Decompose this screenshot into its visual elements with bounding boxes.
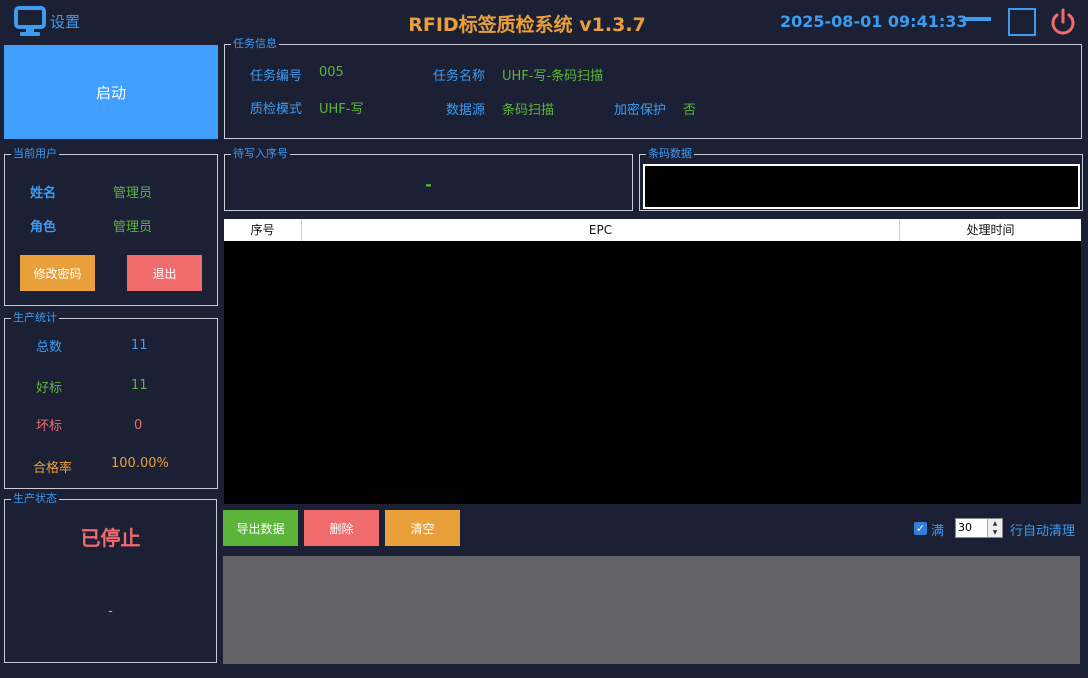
encrypt-label: 加密保护: [614, 103, 667, 118]
status-detail: -: [108, 604, 113, 619]
encrypt-value: 否: [683, 103, 697, 118]
power-icon: [1048, 8, 1078, 41]
barcode-data-legend: 条码数据: [646, 147, 694, 161]
clear-button[interactable]: 清空: [385, 510, 460, 546]
change-password-button[interactable]: 修改密码: [20, 255, 95, 291]
mode-value: UHF-写: [319, 102, 364, 117]
checkmark-icon: ✓: [915, 522, 926, 535]
minimize-button[interactable]: [963, 14, 993, 28]
task-no-label: 任务编号: [250, 69, 303, 84]
logout-button[interactable]: 退出: [127, 255, 202, 291]
export-button[interactable]: 导出数据: [223, 510, 298, 546]
source-label: 数据源: [446, 103, 486, 118]
auto-clear-suffix: 行自动清理: [1010, 524, 1076, 539]
rate-label: 合格率: [33, 461, 73, 476]
production-stats-legend: 生产统计: [11, 311, 59, 325]
auto-clear-checkbox[interactable]: ✓: [914, 522, 927, 535]
source-value: 条码扫描: [502, 103, 555, 118]
power-button[interactable]: [1048, 7, 1078, 37]
table-header: 序号 EPC 处理时间: [224, 219, 1081, 241]
barcode-data-panel: 条码数据: [639, 147, 1083, 211]
user-role-value: 管理员: [113, 220, 153, 235]
task-no-value: 005: [319, 65, 344, 80]
log-area[interactable]: [223, 556, 1080, 664]
bad-label: 坏标: [36, 419, 63, 434]
start-button[interactable]: 启动: [4, 45, 218, 139]
pending-serial-value: -: [425, 175, 432, 194]
good-label: 好标: [36, 381, 63, 396]
minimize-icon: [964, 17, 991, 21]
good-value: 11: [131, 378, 148, 393]
auto-clear-count-spinner[interactable]: 30 ▲ ▼: [955, 518, 1003, 538]
task-info-panel: 任务信息 任务编号 005 任务名称 UHF-写-条码扫描 质检模式 UHF-写…: [224, 37, 1082, 139]
user-role-label: 角色: [30, 220, 57, 235]
current-user-legend: 当前用户: [11, 147, 59, 161]
production-stats-panel: 生产统计 总数 11 好标 11 坏标 0 合格率 100.00%: [4, 311, 218, 489]
mode-label: 质检模式: [250, 102, 303, 117]
pending-serial-panel: 待写入序号 -: [224, 147, 633, 211]
user-name-value: 管理员: [113, 186, 153, 201]
task-name-label: 任务名称: [433, 69, 486, 84]
rate-value: 100.00%: [111, 456, 169, 471]
total-label: 总数: [36, 340, 63, 355]
epc-table[interactable]: 序号 EPC 处理时间: [224, 219, 1081, 504]
status-state: 已停止: [80, 526, 141, 550]
current-user-panel: 当前用户 姓名 管理员 角色 管理员 修改密码 退出: [4, 147, 218, 306]
auto-clear-count-value[interactable]: 30: [958, 521, 972, 534]
task-name-value: UHF-写-条码扫描: [502, 69, 604, 84]
pending-serial-legend: 待写入序号: [231, 147, 290, 161]
total-value: 11: [131, 338, 148, 353]
spin-down-icon[interactable]: ▼: [987, 528, 1002, 537]
datetime: 2025-08-01 09:41:33: [780, 12, 968, 31]
barcode-input[interactable]: [643, 164, 1080, 209]
maximize-button[interactable]: [1008, 8, 1036, 36]
start-label: 启动: [95, 83, 126, 102]
auto-clear-prefix: 满: [931, 524, 945, 539]
production-status-legend: 生产状态: [11, 492, 59, 506]
col-header-serial[interactable]: 序号: [224, 219, 302, 241]
user-name-label: 姓名: [30, 186, 57, 201]
delete-button[interactable]: 删除: [304, 510, 379, 546]
col-header-time[interactable]: 处理时间: [900, 219, 1081, 241]
bad-value: 0: [134, 418, 143, 433]
production-status-panel: 生产状态 已停止 -: [4, 492, 217, 663]
col-header-epc[interactable]: EPC: [302, 219, 900, 241]
task-info-legend: 任务信息: [231, 37, 279, 51]
